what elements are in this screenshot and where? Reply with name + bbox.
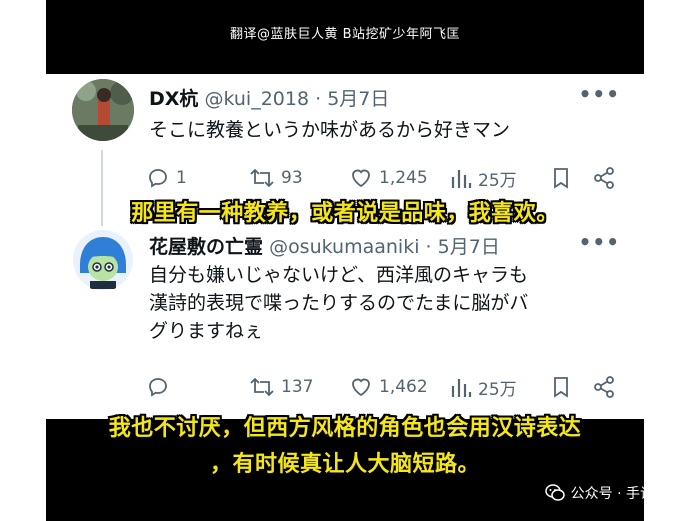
tweet-date[interactable]: 5月7日 — [327, 88, 389, 110]
views-button[interactable]: 25万 — [450, 166, 517, 191]
avatar[interactable] — [72, 79, 134, 141]
tweet-text: 自分も嫌いじゃないけど、西洋風のキャラも 漢詩的表現で喋ったりするのでたまに脳が… — [149, 261, 528, 345]
tweet-text-line: グりますねぇ — [149, 320, 264, 342]
retweet-count: 93 — [281, 168, 303, 188]
like-button[interactable]: 1,245 — [349, 166, 428, 190]
views-icon — [451, 378, 472, 397]
share-icon — [594, 376, 614, 398]
views-button[interactable]: 25万 — [450, 375, 517, 400]
like-button[interactable]: 1,462 — [349, 375, 428, 399]
reply-button[interactable]: 1 — [146, 166, 187, 190]
share-button[interactable] — [592, 375, 616, 399]
tweet-panel: DX杭 @kui_2018 · 5月7日 ••• そこに教養というか味があるから… — [46, 74, 644, 419]
handle[interactable]: @kui_2018 — [204, 88, 309, 110]
views-icon — [451, 169, 472, 188]
avatar[interactable] — [72, 229, 134, 291]
tweet-text-line: 漢詩的表現で喋ったりするのでたまに脳がバ — [149, 292, 529, 314]
reply-count: 1 — [176, 168, 187, 188]
heart-icon — [352, 169, 370, 188]
tweet-text-line: 自分も嫌いじゃないけど、西洋風のキャラも — [149, 264, 529, 286]
reply-button[interactable] — [146, 375, 176, 399]
wechat-icon — [544, 484, 565, 501]
heart-icon — [352, 378, 370, 397]
share-button[interactable] — [592, 166, 616, 190]
subtitle-line: 那里有一种教养，或者说是品味，我喜欢。 — [131, 201, 559, 226]
bookmark-icon — [554, 377, 568, 398]
retweet-button[interactable]: 93 — [249, 166, 303, 190]
watermark: 公众号 · 手谈姬 — [544, 483, 668, 503]
share-icon — [594, 167, 614, 189]
tweet-actions: 137 1,462 25万 — [146, 375, 616, 401]
tweet-text: そこに教養というか味があるから好きマン — [149, 119, 511, 141]
like-count: 1,245 — [379, 168, 428, 188]
subtitle-line: ，有时候真让人大脑短路。 — [209, 452, 480, 477]
translator-credit: 翻译@蓝肤巨人黄 B站挖矿少年阿飞匡 — [229, 27, 461, 42]
retweet-count: 137 — [281, 377, 314, 397]
views-count: 25万 — [478, 380, 517, 400]
handle[interactable]: @osukumaaniki — [269, 236, 419, 258]
bookmark-button[interactable] — [550, 375, 572, 399]
tweet-date[interactable]: 5月7日 — [438, 236, 500, 258]
tweet-header: 花屋敷の亡霊 @osukumaaniki · 5月7日 — [149, 232, 500, 259]
views-count: 25万 — [478, 171, 517, 191]
like-count: 1,462 — [379, 377, 428, 397]
retweet-button[interactable]: 137 — [249, 375, 313, 399]
more-icon[interactable]: ••• — [579, 230, 620, 254]
watermark-text: 公众号 · 手谈姬 — [570, 486, 668, 502]
subtitle-line: 我也不讨厌，但西方风格的角色也会用汉诗表达 — [108, 416, 582, 441]
separator: · — [425, 236, 432, 258]
bookmark-icon — [554, 168, 568, 189]
tweet-actions: 1 93 1,245 25万 — [146, 166, 616, 192]
more-icon[interactable]: ••• — [579, 82, 620, 106]
reply-icon — [149, 169, 167, 188]
retweet-icon — [250, 377, 274, 397]
display-name[interactable]: 花屋敷の亡霊 — [149, 236, 263, 258]
bookmark-button[interactable] — [550, 166, 572, 190]
separator: · — [315, 88, 322, 110]
retweet-icon — [250, 168, 274, 188]
tweet-header: DX杭 @kui_2018 · 5月7日 — [149, 84, 389, 111]
reply-icon — [149, 378, 167, 397]
display-name[interactable]: DX杭 — [149, 88, 198, 110]
